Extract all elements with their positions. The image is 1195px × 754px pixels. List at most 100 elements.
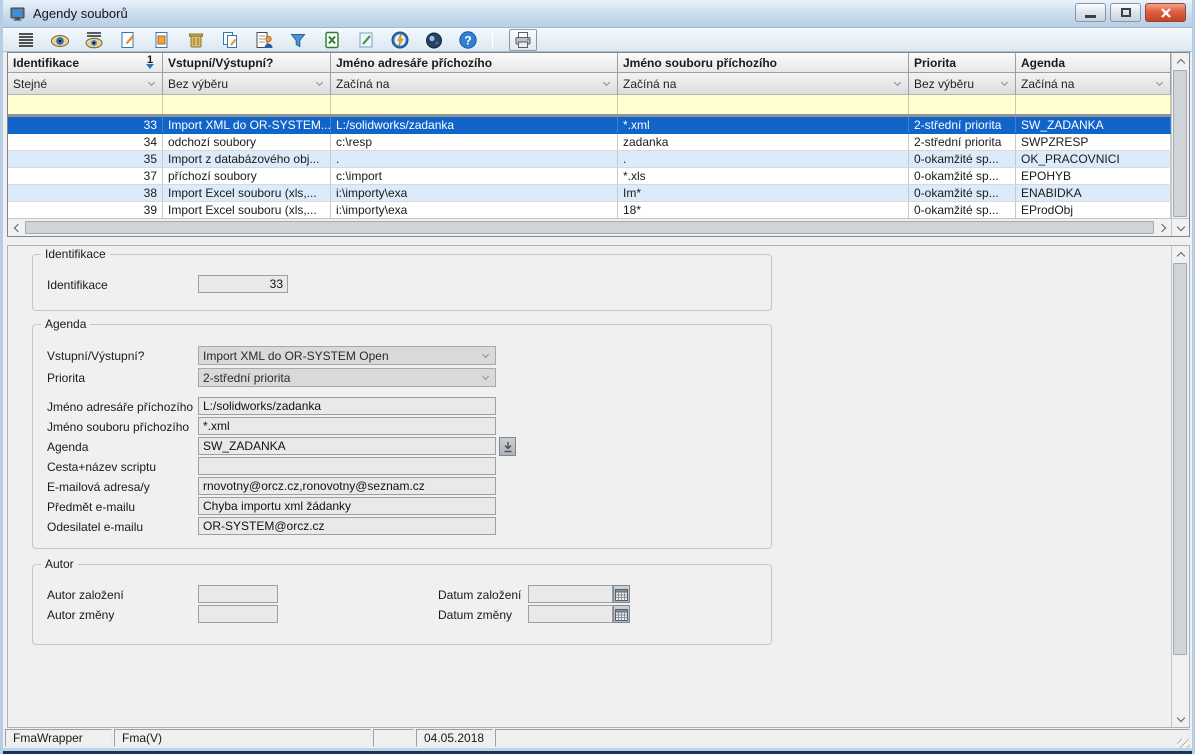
table-row[interactable]: 38Import Excel souboru (xls,...i:\import… [8, 185, 1171, 202]
list-icon [16, 30, 36, 50]
new-document-icon [118, 30, 138, 50]
horizontal-scrollbar-thumb[interactable] [25, 221, 1154, 234]
odesilatel-field: OR-SYSTEM@orcz.cz [198, 517, 496, 535]
filter-combo-1[interactable]: Stejné [8, 73, 163, 95]
grid-vertical-scrollbar[interactable] [1171, 53, 1189, 218]
column-label: Agenda [1021, 56, 1065, 70]
cell: ENABIDKA [1016, 185, 1171, 201]
table-row[interactable]: 37příchozí souboryc:\import*.xls0-okamži… [8, 168, 1171, 185]
batch-records-button[interactable] [253, 29, 274, 50]
cell: EProdObj [1016, 202, 1171, 218]
table-row[interactable]: 39Import Excel souboru (xls,...i:\import… [8, 202, 1171, 219]
scroll-left-button[interactable] [8, 219, 25, 236]
list-view-button[interactable] [15, 29, 36, 50]
trash-icon [186, 30, 206, 50]
table-row[interactable]: 34odchozí souboryc:\respzadanka2-střední… [8, 134, 1171, 151]
table-row[interactable]: 35Import z databázového obj.....0-okamži… [8, 151, 1171, 168]
filter-combo-4[interactable]: Začíná na [618, 73, 909, 95]
grid-search-row [8, 95, 1171, 114]
filter-input-3[interactable] [331, 95, 618, 114]
vstupni-vystupni-label: Vstupní/Výstupní? [47, 347, 144, 365]
adresar-label: Jméno adresáře příchozího [47, 398, 193, 416]
scroll-up-button[interactable] [1172, 53, 1189, 70]
vertical-scrollbar-thumb[interactable] [1173, 70, 1187, 217]
priorita-combo: 2-střední priorita [198, 368, 496, 387]
datum-zmeny-field [528, 605, 613, 623]
print-button[interactable] [509, 29, 537, 51]
autor-zmeny-field [198, 605, 278, 623]
cell: 0-okamžité sp... [909, 151, 1016, 167]
cell: 18* [618, 202, 909, 218]
copy-record-button[interactable] [219, 29, 240, 50]
scroll-down-button[interactable] [1172, 710, 1189, 727]
column-header-1[interactable]: Identifikace1 [8, 53, 163, 73]
help-button[interactable]: ? [457, 29, 478, 50]
detail-vertical-scrollbar[interactable] [1171, 246, 1189, 727]
column-header-2[interactable]: Vstupní/Výstupní? [163, 53, 331, 73]
minimize-button[interactable] [1075, 3, 1106, 22]
chevron-down-icon [316, 79, 323, 86]
maximize-button[interactable] [1110, 3, 1141, 22]
chevron-down-icon [148, 79, 155, 86]
filter-input-1[interactable] [8, 95, 163, 114]
filter-input-4[interactable] [618, 95, 909, 114]
sort-indicator: 1 [146, 56, 154, 69]
edit-record-button[interactable] [151, 29, 172, 50]
combo-value: 2-střední priorita [203, 371, 290, 385]
chevron-down-icon [482, 351, 489, 358]
view-record-button[interactable] [49, 29, 70, 50]
filter-combo-5[interactable]: Bez výběru [909, 73, 1016, 95]
group-agenda: Agenda Vstupní/Výstupní? Import XML do O… [32, 324, 772, 549]
filter-input-6[interactable] [1016, 95, 1171, 114]
cell: c:\import [331, 168, 618, 184]
edit-document-icon [152, 30, 172, 50]
toolbar: ? [3, 28, 1192, 52]
chevron-down-icon [1176, 222, 1184, 230]
column-header-3[interactable]: Jméno adresáře příchozího [331, 53, 618, 73]
script-label: Cesta+název scriptu [47, 458, 156, 476]
column-header-4[interactable]: Jméno souboru příchozího [618, 53, 909, 73]
cell: Import z databázového obj... [163, 151, 331, 167]
datum-zalozeni-calendar-button[interactable] [613, 585, 630, 603]
filter-input-5[interactable] [909, 95, 1016, 114]
column-header-5[interactable]: Priorita [909, 53, 1016, 73]
filter-input-2[interactable] [163, 95, 331, 114]
app-window: Agendy souborů ? Identifikace1Vstupní/Vý… [0, 0, 1195, 754]
compass-icon [390, 30, 410, 50]
new-record-button[interactable] [117, 29, 138, 50]
filter-button[interactable] [287, 29, 308, 50]
agenda-label: Agenda [47, 438, 88, 456]
agenda-lookup-button[interactable] [499, 437, 516, 456]
view-list-button[interactable] [83, 29, 104, 50]
scroll-up-button[interactable] [1172, 246, 1189, 263]
group-legend: Agenda [41, 317, 90, 331]
agenda-field: SW_ZADANKA [198, 437, 496, 455]
cell: zadanka [618, 134, 909, 150]
filter-combo-2[interactable]: Bez výběru [163, 73, 331, 95]
chevron-right-icon [1157, 223, 1165, 231]
excel-export-button[interactable] [321, 29, 342, 50]
refresh-button[interactable] [389, 29, 410, 50]
filter-combo-3[interactable]: Začíná na [331, 73, 618, 95]
soubor-field: *.xml [198, 417, 496, 435]
window-controls [1075, 3, 1186, 22]
vertical-scrollbar-thumb[interactable] [1173, 263, 1187, 655]
grid-horizontal-scrollbar[interactable] [8, 218, 1171, 236]
quick-edit-button[interactable] [355, 29, 376, 50]
delete-record-button[interactable] [185, 29, 206, 50]
filter-combo-6[interactable]: Začíná na [1016, 73, 1171, 95]
datum-zmeny-calendar-button[interactable] [613, 605, 630, 623]
column-header-6[interactable]: Agenda [1016, 53, 1171, 73]
statusbar-cell-5 [495, 729, 1190, 747]
cell: 0-okamžité sp... [909, 168, 1016, 184]
table-row[interactable]: 33Import XML do OR-SYSTEM...L:/solidwork… [8, 117, 1171, 134]
snapshot-button[interactable] [423, 29, 444, 50]
copy-icon [220, 30, 240, 50]
grid-header-row: Identifikace1Vstupní/Výstupní?Jméno adre… [8, 53, 1171, 73]
close-button[interactable] [1145, 3, 1186, 22]
grid-filter-row: StejnéBez výběruZačíná naZačíná naBez vý… [8, 73, 1171, 95]
script-field [198, 457, 496, 475]
scroll-down-button[interactable] [1171, 218, 1189, 236]
cell: 34 [8, 134, 163, 150]
scroll-right-button[interactable] [1154, 219, 1171, 236]
